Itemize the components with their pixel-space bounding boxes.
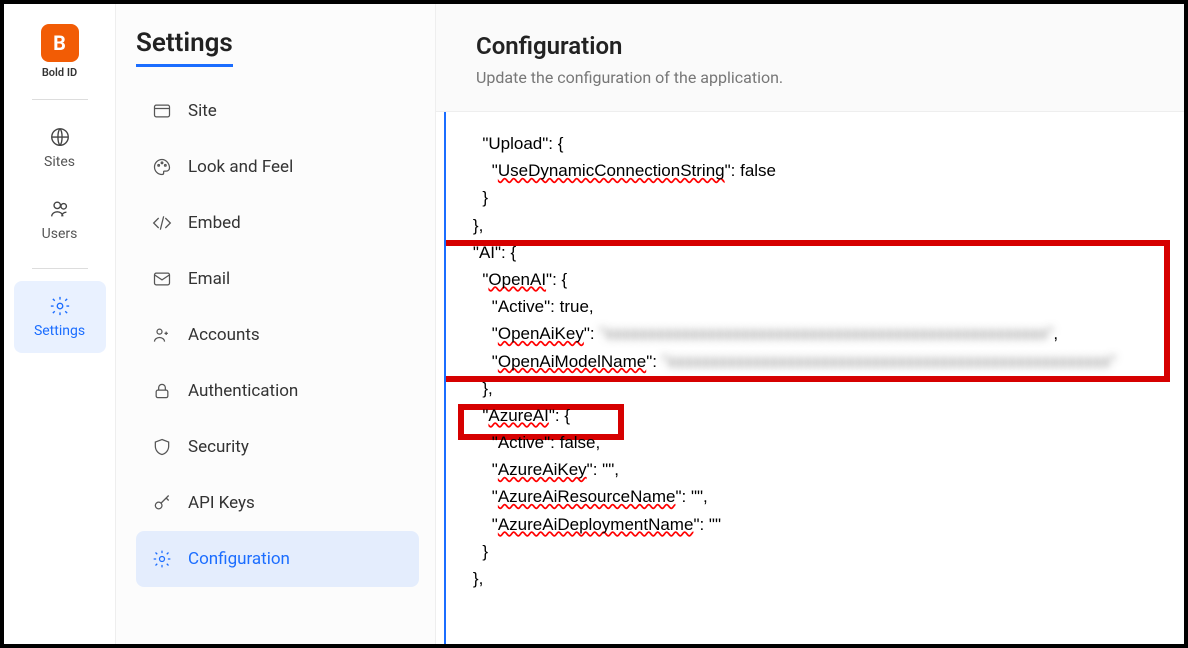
sidebar-label: Accounts [188,325,260,345]
sidebar-label: Email [188,269,230,289]
code-line[interactable]: } [454,538,1176,565]
site-icon [152,101,172,121]
code-line[interactable]: "AzureAiDeploymentName": "" [454,511,1176,538]
rail-label-users: Users [42,226,78,242]
rail-divider [32,268,88,269]
key-icon [152,493,172,513]
mail-icon [152,269,172,289]
lock-icon [152,381,172,401]
page-subtitle: Update the configuration of the applicat… [476,68,1148,87]
config-editor[interactable]: "Upload": { "UseDynamicConnectionString"… [444,112,1184,644]
rail-label-settings: Settings [34,323,85,339]
main-content: Configuration Update the configuration o… [436,4,1184,644]
sidebar-item-security[interactable]: Security [136,419,419,475]
code-line[interactable]: }, [454,212,1176,239]
page-title: Configuration [476,32,1148,60]
sidebar-item-authentication[interactable]: Authentication [136,363,419,419]
sidebar-item-look-and-feel[interactable]: Look and Feel [136,139,419,195]
rail-item-users[interactable]: Users [14,184,106,256]
sidebar-label: Site [188,101,217,121]
users-icon [49,198,71,220]
code-line[interactable]: "Active": true, [454,293,1176,320]
left-rail: B Bold ID Sites Users Settings [4,4,116,644]
settings-sidebar: Settings Site Look and Feel Embed Email [116,4,436,644]
code-line[interactable]: "Active": false, [454,429,1176,456]
code-line[interactable]: "AzureAiResourceName": "", [454,483,1176,510]
sidebar-item-site[interactable]: Site [136,83,419,139]
code-line[interactable]: }, [454,565,1176,592]
code-line[interactable]: "UseDynamicConnectionString": false [454,157,1176,184]
code-line[interactable]: "OpenAiModelName": "xxxxxxxxxxxxxxxxxxxx… [454,348,1176,375]
sidebar-label: Configuration [188,549,290,569]
sidebar-label: Security [188,437,249,457]
code-line[interactable]: "OpenAiKey": "xxxxxxxxxxxxxxxxxxxxxxxxxx… [454,320,1176,347]
rail-label-sites: Sites [44,154,75,170]
brand-label: Bold ID [42,66,77,79]
sidebar-label: API Keys [188,493,255,513]
sidebar-item-api-keys[interactable]: API Keys [136,475,419,531]
sidebar-item-accounts[interactable]: Accounts [136,307,419,363]
sidebar-item-configuration[interactable]: Configuration [136,531,419,587]
main-header: Configuration Update the configuration o… [436,4,1184,112]
rail-item-settings[interactable]: Settings [14,281,106,353]
palette-icon [152,157,172,177]
sidebar-label: Look and Feel [188,157,293,177]
globe-icon [49,126,71,148]
brand-logo-letter: B [53,31,66,55]
code-line[interactable]: "AI": { [454,239,1176,266]
gear-icon [152,549,172,569]
code-line[interactable]: "OpenAI": { [454,266,1176,293]
sidebar-item-embed[interactable]: Embed [136,195,419,251]
sidebar-label: Authentication [188,381,298,401]
settings-title: Settings [136,28,233,67]
code-line[interactable]: } [454,184,1176,211]
code-line[interactable]: "AzureAiKey": "", [454,456,1176,483]
rail-item-sites[interactable]: Sites [14,112,106,184]
code-icon [152,213,172,233]
gear-icon [49,295,71,317]
brand-logo: B [41,24,79,62]
sidebar-item-email[interactable]: Email [136,251,419,307]
shield-icon [152,437,172,457]
code-line[interactable]: }, [454,375,1176,402]
code-line[interactable]: "Upload": { [454,130,1176,157]
code-line[interactable]: "AzureAI": { [454,402,1176,429]
rail-divider [32,99,88,100]
sidebar-label: Embed [188,213,241,233]
accounts-icon [152,325,172,345]
